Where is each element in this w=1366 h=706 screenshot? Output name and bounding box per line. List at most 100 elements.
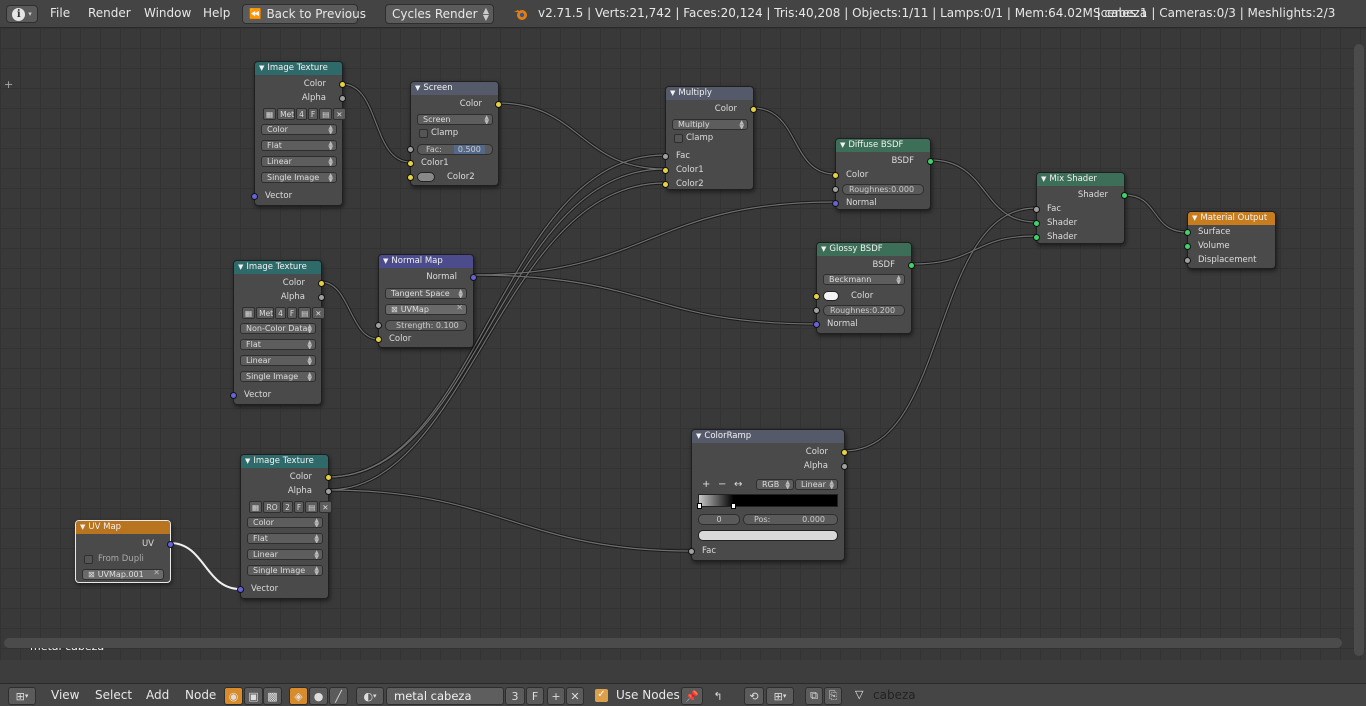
stop-index-field[interactable]: 0 — [698, 514, 740, 525]
image-texture-node-2[interactable]: ▼ Image Texture Color Alpha ▦ Met 4 F ▤ ✕ Non-… — [230, 260, 325, 405]
normal-map-node[interactable]: ▼ Normal Map Normal Tangent Space ▲ ▼ ⊠ UVMa… — [375, 254, 477, 348]
menu-render[interactable]: Render — [88, 6, 131, 20]
backdrop-icon[interactable]: ⟲ — [744, 687, 764, 705]
roughness-field[interactable]: Roughnes:0.200 — [823, 305, 905, 316]
material-name-field[interactable]: metal cabeza — [386, 687, 504, 705]
color2-swatch[interactable] — [417, 172, 435, 182]
menu-view[interactable]: View — [51, 688, 79, 702]
ramp-stop-marker[interactable] — [731, 503, 736, 509]
output-alpha-socket[interactable] — [841, 463, 848, 470]
screen-mix-node[interactable]: ▼ Screen Color Screen ▲ ▼ Clamp Fac: 0.500 C… — [407, 81, 502, 186]
color-ramp-gradient[interactable] — [698, 494, 838, 507]
input-vector-socket[interactable] — [230, 392, 237, 399]
input-volume-socket[interactable] — [1184, 243, 1191, 250]
add-region-left-icon[interactable]: + — [4, 78, 13, 91]
input-color-socket[interactable] — [813, 293, 820, 300]
render-engine-select[interactable]: Cycles Render ▲ ▼ — [385, 4, 494, 24]
paste-nodes-icon[interactable]: ⎘ — [824, 687, 842, 705]
space-select[interactable]: Tangent Space ▲ ▼ — [385, 288, 467, 299]
unlink-icon[interactable]: ✕ — [319, 501, 332, 513]
color-space-select[interactable]: Non-Color Data ▲ ▼ — [240, 323, 316, 334]
interpolation-select[interactable]: Linear ▲ ▼ — [261, 156, 337, 167]
from-dupli-checkbox[interactable] — [84, 555, 93, 564]
input-displacement-socket[interactable] — [1184, 257, 1191, 264]
input-roughness-socket[interactable] — [832, 186, 839, 193]
image-selector[interactable]: ▦ Met 4 F ▤ ✕ — [242, 307, 325, 319]
editor-type-button[interactable]: ⊞ ▾ — [8, 687, 36, 705]
projection-select[interactable]: Flat ▲ ▼ — [261, 140, 337, 151]
new-material-icon[interactable]: + — [547, 687, 565, 705]
uv-map-field[interactable]: ⊠ UVMap.001 ✕ — [82, 569, 164, 580]
source-select[interactable]: Single Image ▲ ▼ — [247, 565, 323, 576]
input-fac-socket[interactable] — [688, 548, 695, 555]
color-swatch[interactable] — [823, 291, 839, 301]
input-shader1-socket[interactable] — [1033, 220, 1040, 227]
output-alpha-socket[interactable] — [318, 294, 325, 301]
image-selector[interactable]: ▦ Met 4 F ▤ ✕ — [263, 108, 346, 120]
image-texture-node-3[interactable]: ▼ Image Texture Color Alpha ▦ RO 2 F ▤ ✕ Color… — [237, 454, 332, 599]
ramp-stop-marker[interactable] — [697, 503, 702, 509]
world-shader-icon[interactable]: ● — [309, 687, 328, 705]
collapse-arrow-icon[interactable]: ▼ — [383, 255, 388, 268]
input-fac-socket[interactable] — [407, 146, 414, 153]
menu-help[interactable]: Help — [203, 6, 230, 20]
stop-position-field[interactable]: Pos: 0.000 — [743, 514, 838, 525]
input-strength-socket[interactable] — [375, 322, 382, 329]
object-shader-icon[interactable]: ◈ — [289, 687, 308, 705]
collapse-arrow-icon[interactable]: ▼ — [415, 82, 420, 95]
horizontal-scrollbar[interactable] — [4, 638, 1342, 648]
color-ramp-node[interactable]: ▼ ColorRamp Color Alpha + − ↔ RGB ▲ ▼ Linea… — [688, 429, 848, 561]
use-nodes-checkbox[interactable]: ✓ — [595, 689, 608, 702]
collapse-arrow-icon[interactable]: ▼ — [670, 87, 675, 100]
go-to-parent-icon[interactable]: ↰ — [707, 687, 729, 705]
collapse-arrow-icon[interactable]: ▼ — [238, 261, 243, 274]
collapse-arrow-icon[interactable]: ▼ — [821, 243, 826, 256]
clamp-checkbox[interactable] — [674, 134, 683, 143]
fake-user-button[interactable]: F — [293, 501, 305, 513]
distribution-select[interactable]: Beckmann ▲ ▼ — [823, 274, 905, 285]
linestyle-shader-icon[interactable]: ╱ — [329, 687, 348, 705]
source-select[interactable]: Single Image ▲ ▼ — [240, 371, 316, 382]
collapse-arrow-icon[interactable]: ▼ — [696, 430, 701, 443]
unlink-icon[interactable]: ✕ — [333, 108, 346, 120]
image-name[interactable]: Met — [277, 108, 296, 120]
open-folder-icon[interactable]: ▤ — [298, 307, 312, 319]
collapse-arrow-icon[interactable]: ▼ — [840, 139, 845, 152]
unlink-material-icon[interactable]: ✕ — [566, 687, 584, 705]
output-color-socket[interactable] — [841, 449, 848, 456]
multiply-mix-node[interactable]: ▼ Multiply Color Multiply ▲ ▼ Clamp Fac Col… — [662, 86, 757, 190]
output-bsdf-socket[interactable] — [908, 262, 915, 269]
remove-stop-button[interactable]: − — [718, 479, 726, 490]
color-space-select[interactable]: Color ▲ ▼ — [247, 517, 323, 528]
collapse-arrow-icon[interactable]: ▼ — [1192, 212, 1197, 225]
image-browse-icon[interactable]: ▦ — [249, 501, 263, 513]
output-color-socket[interactable] — [325, 474, 332, 481]
material-output-node[interactable]: ▼ Material Output Surface Volume Displace… — [1184, 211, 1276, 269]
input-color-socket[interactable] — [832, 172, 839, 179]
input-vector-socket[interactable] — [237, 586, 244, 593]
image-name[interactable]: RO — [263, 501, 282, 513]
glossy-bsdf-node[interactable]: ▼ Glossy BSDF BSDF Beckmann ▲ ▼ Color Rough… — [813, 242, 915, 334]
vertical-scrollbar[interactable] — [1354, 44, 1364, 656]
input-surface-socket[interactable] — [1184, 229, 1191, 236]
input-normal-socket[interactable] — [813, 321, 820, 328]
collapse-arrow-icon[interactable]: ▼ — [245, 455, 250, 468]
input-color1-socket[interactable] — [662, 167, 669, 174]
snap-element-icon[interactable]: ⊞ ▾ — [766, 687, 794, 705]
output-color-socket[interactable] — [339, 81, 346, 88]
input-color-socket[interactable] — [375, 336, 382, 343]
projection-select[interactable]: Flat ▲ ▼ — [240, 339, 316, 350]
unlink-icon[interactable]: ✕ — [312, 307, 325, 319]
copy-nodes-icon[interactable]: ⧉ — [805, 687, 823, 705]
input-roughness-socket[interactable] — [813, 307, 820, 314]
menu-window[interactable]: Window — [144, 6, 191, 20]
projection-select[interactable]: Flat ▲ ▼ — [247, 533, 323, 544]
input-shader2-socket[interactable] — [1033, 234, 1040, 241]
output-bsdf-socket[interactable] — [927, 158, 934, 165]
interpolation-select[interactable]: Linear ▲ ▼ — [247, 549, 323, 560]
blend-mode-select[interactable]: Multiply ▲ ▼ — [672, 119, 748, 130]
input-normal-socket[interactable] — [832, 200, 839, 207]
output-normal-socket[interactable] — [470, 274, 477, 281]
material-browse-icon[interactable]: ◐ ▾ — [356, 687, 384, 705]
node-editor[interactable]: + + ▼Image Texture Color Alpha ▦Met4F▤✕ … — [0, 28, 1366, 660]
